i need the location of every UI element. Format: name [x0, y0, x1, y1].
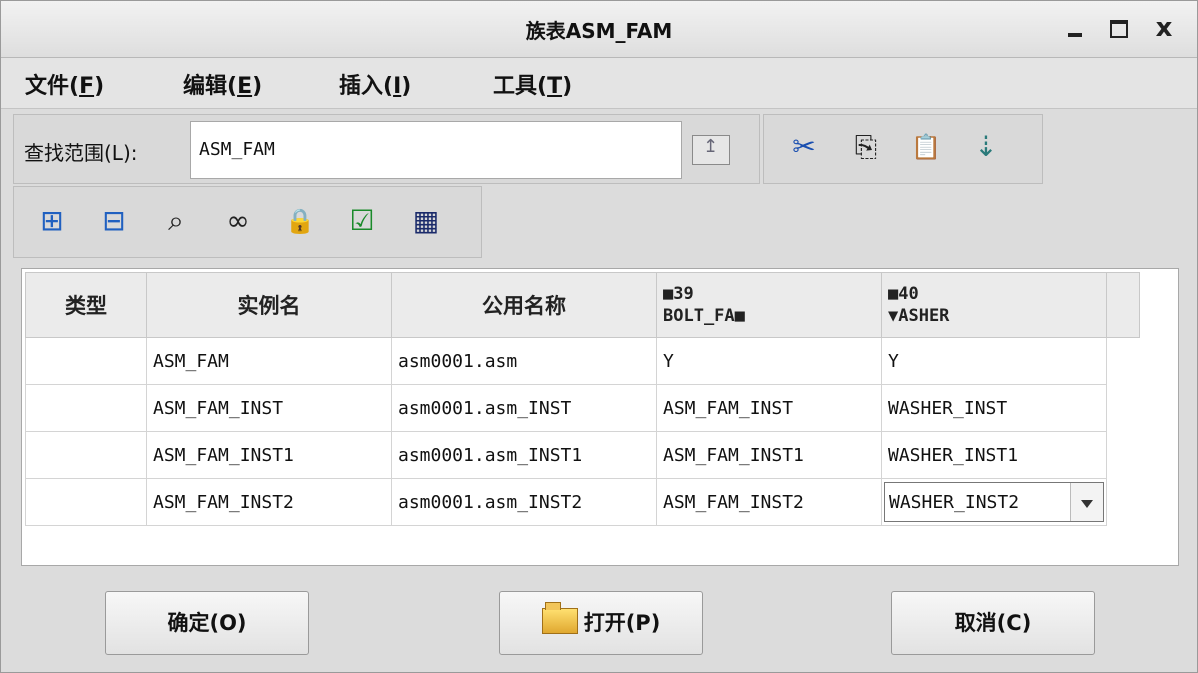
header-feature-39-name: BOLT_FA■	[663, 306, 745, 326]
header-instance-name[interactable]: 实例名	[146, 272, 392, 338]
header-filler	[1106, 272, 1140, 338]
cell-feature-40[interactable]: Y	[881, 337, 1107, 385]
copy-icon[interactable]: ⎘	[848, 127, 884, 167]
chevron-down-icon[interactable]	[1070, 483, 1103, 521]
cell-instance-name[interactable]: ASM_FAM_INST	[146, 384, 392, 432]
lookup-combobox[interactable]: ASM_FAM	[190, 121, 835, 179]
cell-type[interactable]	[25, 478, 147, 526]
open-button-label: 打开(P)	[583, 611, 661, 635]
lookup-label: 查找范围(L):	[24, 141, 138, 165]
lookup-value: ASM_FAM	[199, 139, 275, 160]
cell-instance-name[interactable]: ASM_FAM_INST1	[146, 431, 392, 479]
open-button[interactable]: 打开(P)	[499, 591, 703, 655]
lock-icon[interactable]: 🔒	[282, 201, 318, 241]
find-instance-icon[interactable]: ⌕	[158, 201, 194, 241]
close-button[interactable]: x	[1149, 13, 1179, 43]
title-bar: 族表ASM_FAM x	[1, 1, 1197, 58]
header-feature-39-id: ■39	[663, 284, 694, 304]
cell-type[interactable]	[25, 431, 147, 479]
insert-row-icon[interactable]: ⊞	[34, 201, 70, 241]
table-row[interactable]: ASM_FAM asm0001.asm Y Y	[25, 337, 1140, 385]
table-row[interactable]: ASM_FAM_INST asm0001.asm_INST ASM_FAM_IN…	[25, 384, 1140, 432]
menu-tools[interactable]: 工具(T)	[493, 68, 572, 100]
cell-feature-39[interactable]: ASM_FAM_INST2	[656, 478, 882, 526]
cell-feature-40[interactable]: WASHER_INST1	[881, 431, 1107, 479]
table-view-icon[interactable]: ▦	[408, 201, 444, 241]
cell-common-name[interactable]: asm0001.asm_INST2	[391, 478, 657, 526]
table-header-row: 类型 实例名 公用名称 ■39 BOLT_FA■ ■40 ▼ASHER	[25, 272, 1140, 338]
verify-instances-icon[interactable]: ☑	[344, 201, 380, 241]
cell-feature-39[interactable]: ASM_FAM_INST	[656, 384, 882, 432]
cell-common-name[interactable]: asm0001.asm	[391, 337, 657, 385]
cell-feature-40-value: WASHER_INST2	[889, 492, 1020, 513]
lookup-toolbar: 查找范围(L): ASM_FAM	[13, 114, 835, 184]
cell-common-name[interactable]: asm0001.asm_INST1	[391, 431, 657, 479]
folder-open-icon	[541, 602, 578, 634]
cell-instance-name[interactable]: ASM_FAM_INST2	[146, 478, 392, 526]
edit-toolbar: ✂ ⎘ 📋 ⇣	[763, 114, 1043, 184]
insert-column-icon[interactable]: ⊟	[96, 201, 132, 241]
header-feature-39[interactable]: ■39 BOLT_FA■	[656, 272, 882, 338]
cell-instance-name[interactable]: ASM_FAM	[146, 337, 392, 385]
header-feature-40-id: ■40	[888, 284, 919, 304]
header-common-name[interactable]: 公用名称	[391, 272, 657, 338]
verify-tree-icon[interactable]: ⇣	[968, 127, 1004, 167]
header-feature-40-name: ▼ASHER	[888, 306, 950, 326]
table-row[interactable]: ASM_FAM_INST2 asm0001.asm_INST2 ASM_FAM_…	[25, 478, 1140, 526]
cell-common-name[interactable]: asm0001.asm_INST	[391, 384, 657, 432]
minimize-button[interactable]	[1061, 13, 1091, 43]
up-level-icon[interactable]	[692, 135, 730, 165]
menu-insert[interactable]: 插入(I)	[339, 68, 411, 100]
cell-feature-40-active[interactable]: WASHER_INST2	[881, 478, 1107, 526]
header-type[interactable]: 类型	[25, 272, 147, 338]
menu-bar: 文件(F) 编辑(E) 插入(I) 工具(T)	[1, 58, 1197, 109]
cell-feature-39[interactable]: Y	[656, 337, 882, 385]
paste-icon[interactable]: 📋	[908, 127, 944, 167]
table-row[interactable]: ASM_FAM_INST1 asm0001.asm_INST1 ASM_FAM_…	[25, 431, 1140, 479]
cell-type[interactable]	[25, 384, 147, 432]
family-table-dialog: 族表ASM_FAM x 文件(F) 编辑(E) 插入(I) 工具(T) 查找范围…	[0, 0, 1198, 673]
menu-edit[interactable]: 编辑(E)	[183, 68, 262, 100]
cell-feature-39[interactable]: ASM_FAM_INST1	[656, 431, 882, 479]
maximize-button[interactable]	[1104, 13, 1134, 43]
cell-feature-40[interactable]: WASHER_INST	[881, 384, 1107, 432]
header-feature-40[interactable]: ■40 ▼ASHER	[881, 272, 1107, 338]
ok-button[interactable]: 确定(O)	[105, 591, 309, 655]
preview-icon[interactable]: ∞	[220, 201, 256, 241]
window-title: 族表ASM_FAM	[525, 19, 673, 43]
cell-type[interactable]	[25, 337, 147, 385]
family-table-grid: 类型 实例名 公用名称 ■39 BOLT_FA■ ■40 ▼ASHER ASM_FA…	[21, 268, 1179, 566]
cell-feature-40-combobox[interactable]: WASHER_INST2	[884, 482, 1104, 522]
menu-file[interactable]: 文件(F)	[25, 68, 104, 100]
cancel-button[interactable]: 取消(C)	[891, 591, 1095, 655]
instance-toolbar: ⊞ ⊟ ⌕ ∞ 🔒 ☑ ▦	[13, 186, 482, 258]
cut-icon[interactable]: ✂	[786, 127, 822, 167]
instance-table: 类型 实例名 公用名称 ■39 BOLT_FA■ ■40 ▼ASHER ASM_FA…	[25, 272, 1140, 526]
